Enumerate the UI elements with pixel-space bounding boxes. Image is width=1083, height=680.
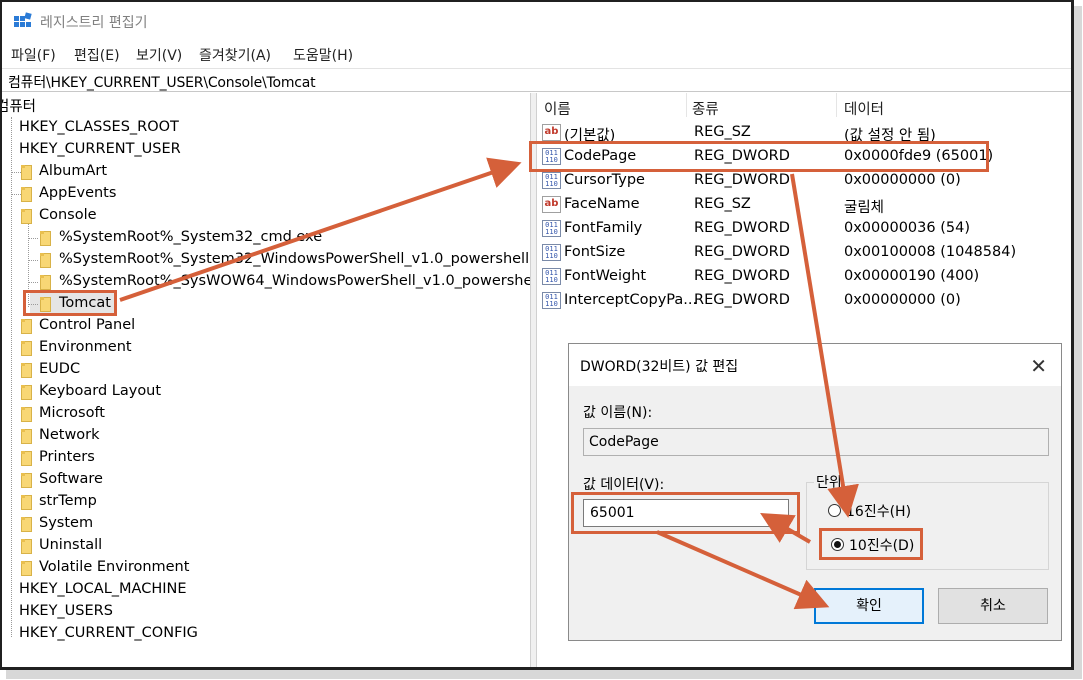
window-shadow-right	[1074, 6, 1082, 676]
arrow-tomcat-to-codepage	[119, 157, 522, 302]
registry-editor-window: 레지스트리 편집기 파일(F) 편집(E) 보기(V) 즐겨찾기(A) 도움말(…	[0, 0, 1074, 670]
arrow-value-to-ok	[656, 530, 830, 610]
arrow-decimal-to-value	[760, 512, 812, 544]
annotation-arrows	[119, 157, 859, 610]
arrow-codepage-to-decimal	[790, 173, 859, 518]
window-shadow-bottom	[6, 670, 1082, 679]
